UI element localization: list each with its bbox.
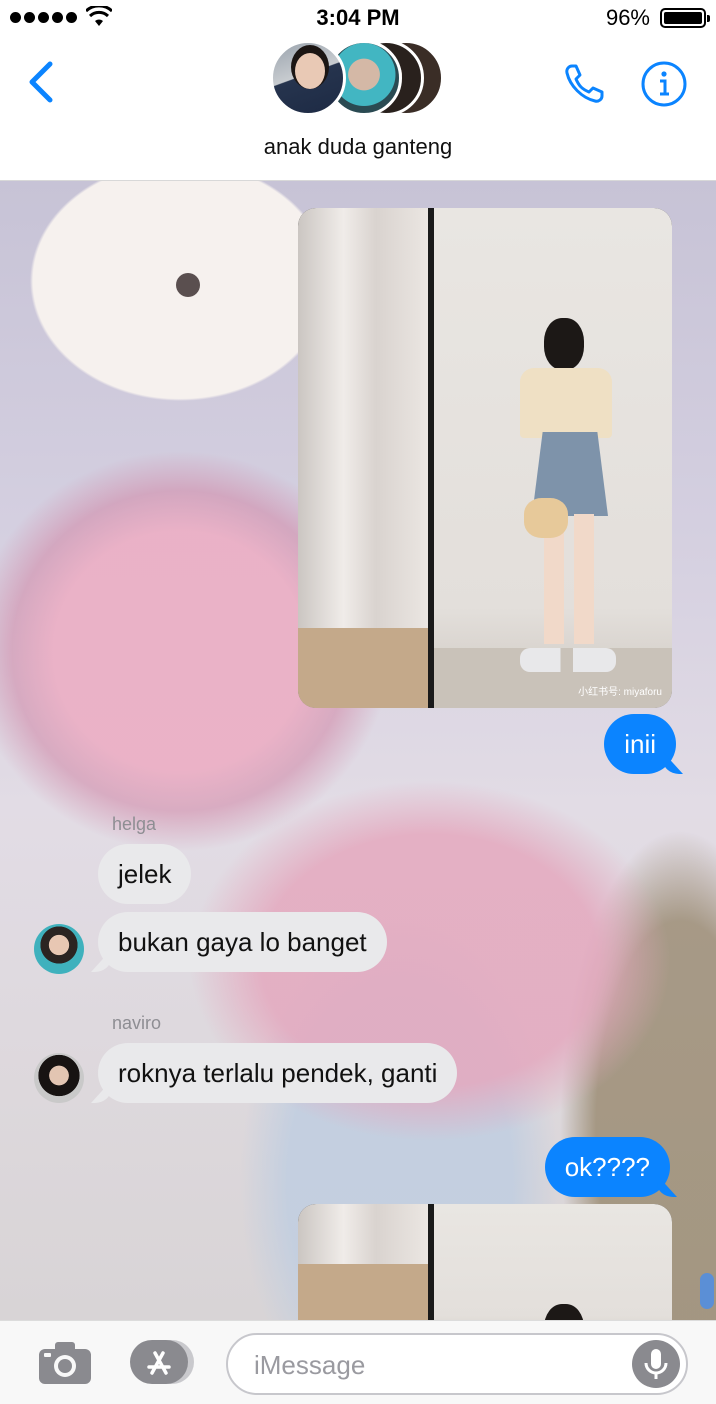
sender-name: helga bbox=[112, 814, 157, 834]
message-field[interactable] bbox=[226, 1333, 688, 1395]
message-input-bar bbox=[0, 1320, 716, 1404]
outgoing-message-bubble[interactable]: inii bbox=[604, 714, 676, 774]
back-chevron-icon[interactable] bbox=[26, 58, 58, 106]
message-input[interactable] bbox=[254, 1345, 624, 1385]
outgoing-image-message[interactable] bbox=[298, 1204, 672, 1320]
phone-icon[interactable] bbox=[560, 60, 608, 108]
avatar bbox=[270, 40, 346, 116]
incoming-message-bubble[interactable]: roknya terlalu pendek, ganti bbox=[98, 1043, 458, 1103]
wallpaper-detail bbox=[176, 273, 200, 297]
microphone-icon[interactable] bbox=[632, 1340, 680, 1388]
scroll-indicator[interactable] bbox=[700, 1273, 714, 1309]
battery-percent: 96% bbox=[605, 5, 650, 30]
battery-icon bbox=[660, 8, 710, 28]
outgoing-image-message[interactable]: 小红书号: miyaforu bbox=[298, 208, 672, 708]
photo-curtain-panel bbox=[298, 1204, 428, 1320]
outgoing-message-bubble[interactable]: ok???? bbox=[544, 1137, 670, 1197]
incoming-message-bubble[interactable]: bukan gaya lo banget bbox=[98, 912, 387, 972]
photo-curtain-panel bbox=[298, 208, 428, 708]
image-watermark: 小红书号: miyaforu bbox=[578, 687, 662, 698]
photo-outfit-panel: 小红书号: miyaforu bbox=[434, 208, 672, 708]
sender-name: naviro bbox=[112, 1013, 162, 1033]
app-store-icon[interactable] bbox=[130, 1339, 194, 1385]
chat-thread[interactable]: 小红书号: miyaforu inii helga jelek bukan ga… bbox=[0, 181, 716, 1320]
avatar[interactable] bbox=[34, 924, 84, 974]
camera-icon[interactable] bbox=[38, 1341, 92, 1385]
group-name[interactable]: anak duda ganteng bbox=[0, 134, 716, 160]
info-icon[interactable] bbox=[640, 60, 688, 108]
incoming-message-bubble[interactable]: jelek bbox=[98, 844, 192, 904]
status-bar: 3:04 PM 96% bbox=[0, 0, 716, 36]
conversation-header: anak duda ganteng bbox=[0, 36, 716, 181]
avatar[interactable] bbox=[34, 1053, 84, 1103]
group-avatars[interactable] bbox=[270, 40, 450, 120]
photo-outfit-panel bbox=[434, 1204, 672, 1320]
